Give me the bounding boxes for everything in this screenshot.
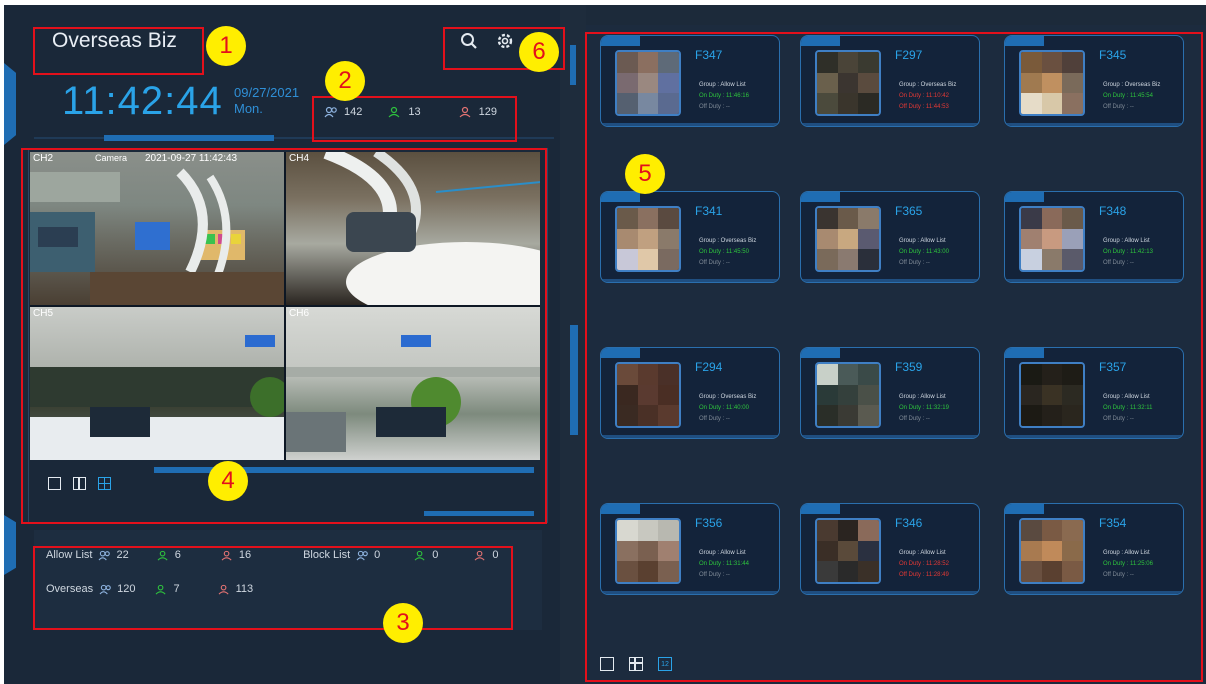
divider-deco (570, 45, 576, 85)
clock: 11:42:44 (62, 79, 223, 123)
camera-channel: CH6 (289, 308, 310, 319)
annotation-marker-3: 3 (383, 603, 423, 643)
annotation-marker-6: 6 (519, 32, 559, 72)
annotation-marker-5: 5 (625, 154, 665, 194)
camera-name: Camera (95, 153, 128, 163)
left-deco-bar (4, 515, 16, 575)
left-deco-bar (4, 63, 16, 145)
annotation-box-3 (33, 546, 513, 630)
camera-channel: CH4 (289, 153, 310, 164)
date: 09/27/2021 (234, 85, 300, 100)
divider-accent (104, 135, 274, 141)
camera-channel: CH5 (33, 308, 54, 319)
annotation-box-5 (585, 32, 1203, 682)
annotation-box-1 (33, 27, 204, 75)
annotation-marker-1: 1 (206, 26, 246, 66)
camera-channel: CH2 (33, 153, 54, 164)
annotation-box-4 (21, 148, 547, 524)
weekday: Mon. (234, 101, 263, 116)
camera-timestamp: 2021-09-27 11:42:43 (145, 153, 238, 164)
annotation-marker-2: 2 (325, 61, 365, 101)
annotation-box-2 (312, 96, 517, 142)
annotation-marker-4: 4 (208, 461, 248, 501)
divider-deco (570, 325, 578, 435)
